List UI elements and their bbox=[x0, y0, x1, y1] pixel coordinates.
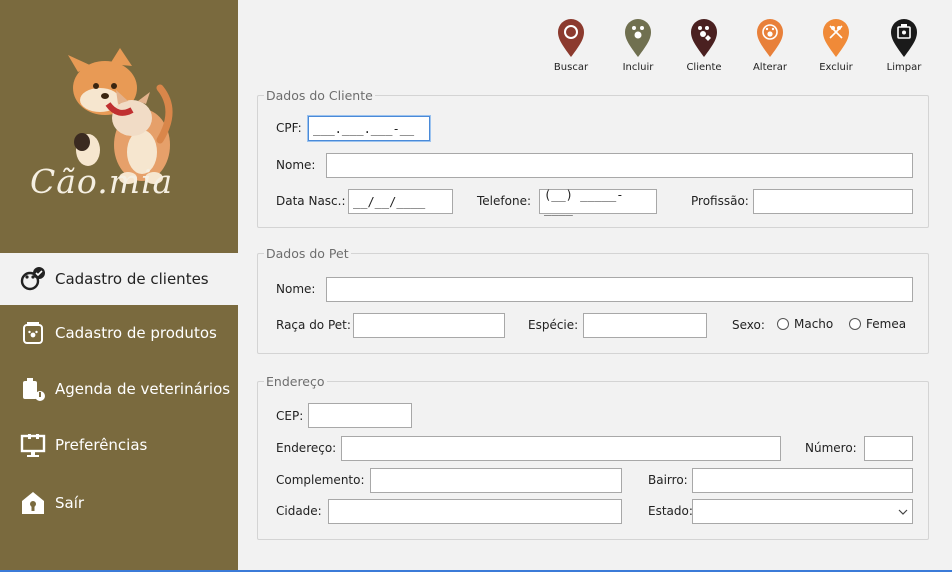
complemento-label: Complemento: bbox=[276, 473, 365, 487]
cat-dog-logo-icon bbox=[68, 48, 173, 184]
pet-client-icon bbox=[19, 265, 47, 293]
bairro-label: Bairro: bbox=[648, 473, 688, 487]
endereco-field[interactable] bbox=[341, 436, 781, 461]
logo-text: Cão.mia bbox=[30, 162, 174, 201]
bairro-field[interactable] bbox=[692, 468, 913, 493]
product-box-icon bbox=[19, 319, 47, 347]
paw-heart-pin-icon bbox=[691, 19, 717, 57]
sidebar-item-cadastro-clientes[interactable]: Cadastro de clientes bbox=[0, 253, 238, 305]
endereco-label: Endereço: bbox=[276, 441, 337, 455]
cpf-field[interactable]: ___.___.___-__ bbox=[307, 115, 431, 142]
data-nasc-label: Data Nasc.: bbox=[276, 194, 346, 208]
cliente-button[interactable]: Cliente bbox=[676, 18, 732, 76]
excluir-button[interactable]: Excluir bbox=[808, 18, 864, 76]
numero-field[interactable] bbox=[864, 436, 913, 461]
cep-field[interactable] bbox=[308, 403, 412, 428]
nome-pet-label: Nome: bbox=[276, 282, 316, 296]
raca-label: Raça do Pet: bbox=[276, 318, 351, 332]
cpf-label: CPF: bbox=[276, 121, 302, 135]
cidade-label: Cidade: bbox=[276, 504, 322, 518]
especie-field[interactable] bbox=[583, 313, 707, 338]
profissao-field[interactable] bbox=[753, 189, 913, 214]
profissao-label: Profissão: bbox=[691, 194, 749, 208]
sidebar-item-sair[interactable]: Saír bbox=[0, 477, 238, 529]
paw-delete-pin-icon bbox=[823, 19, 849, 57]
cep-label: CEP: bbox=[276, 409, 304, 423]
sexo-label: Sexo: bbox=[732, 318, 765, 332]
nome-pet-field[interactable] bbox=[326, 277, 913, 302]
complemento-field[interactable] bbox=[370, 468, 622, 493]
clear-pin-icon bbox=[891, 19, 917, 57]
radio-circle bbox=[849, 318, 861, 330]
endereco-legend: Endereço bbox=[266, 374, 325, 389]
estado-select[interactable] bbox=[692, 499, 913, 524]
especie-label: Espécie: bbox=[528, 318, 579, 332]
paw-add-pin-icon bbox=[625, 19, 651, 57]
nome-cliente-field[interactable] bbox=[326, 153, 913, 178]
sidebar-item-label: Saír bbox=[55, 494, 85, 512]
sidebar-item-label: Cadastro de clientes bbox=[55, 270, 209, 288]
sidebar-item-label: Cadastro de produtos bbox=[55, 324, 217, 342]
buscar-button[interactable]: Buscar bbox=[543, 18, 599, 76]
paw-edit-pin-icon bbox=[757, 19, 783, 57]
search-pin-icon bbox=[558, 19, 584, 57]
limpar-button[interactable]: Limpar bbox=[876, 18, 932, 76]
numero-label: Número: bbox=[805, 441, 857, 455]
sidebar-item-cadastro-produtos[interactable]: Cadastro de produtos bbox=[0, 307, 238, 359]
macho-radio[interactable]: Macho bbox=[777, 317, 833, 331]
femea-radio[interactable]: Femea bbox=[849, 317, 906, 331]
house-exit-icon bbox=[19, 489, 47, 517]
logo: Cão.mia bbox=[0, 0, 238, 250]
sidebar-item-agenda-veterinarios[interactable]: Agenda de veterinários bbox=[0, 363, 238, 415]
incluir-button[interactable]: Incluir bbox=[610, 18, 666, 76]
telefone-field[interactable]: (__) _____-____ bbox=[539, 188, 657, 216]
nome-cliente-label: Nome: bbox=[276, 158, 316, 172]
cidade-field[interactable] bbox=[328, 499, 622, 524]
dados-pet-legend: Dados do Pet bbox=[266, 246, 349, 261]
raca-field[interactable] bbox=[353, 313, 505, 338]
alterar-button[interactable]: Alterar bbox=[742, 18, 798, 76]
estado-label: Estado: bbox=[648, 504, 693, 518]
monitor-settings-icon bbox=[19, 431, 47, 459]
chevron-down-icon bbox=[898, 509, 908, 515]
sidebar-item-label: Preferências bbox=[55, 436, 148, 454]
sidebar-item-preferencias[interactable]: Preferências bbox=[0, 419, 238, 471]
dados-cliente-legend: Dados do Cliente bbox=[266, 88, 373, 103]
data-nasc-field[interactable]: __/__/____ bbox=[348, 189, 453, 214]
schedule-icon bbox=[19, 375, 47, 403]
sidebar-item-label: Agenda de veterinários bbox=[55, 380, 231, 398]
radio-circle bbox=[777, 318, 789, 330]
telefone-label: Telefone: bbox=[477, 194, 531, 208]
sidebar: Cão.mia Cadastro de clientes Cadastro de… bbox=[0, 0, 238, 572]
main-panel: Buscar Incluir Cliente Alterar Excluir L… bbox=[238, 0, 952, 572]
